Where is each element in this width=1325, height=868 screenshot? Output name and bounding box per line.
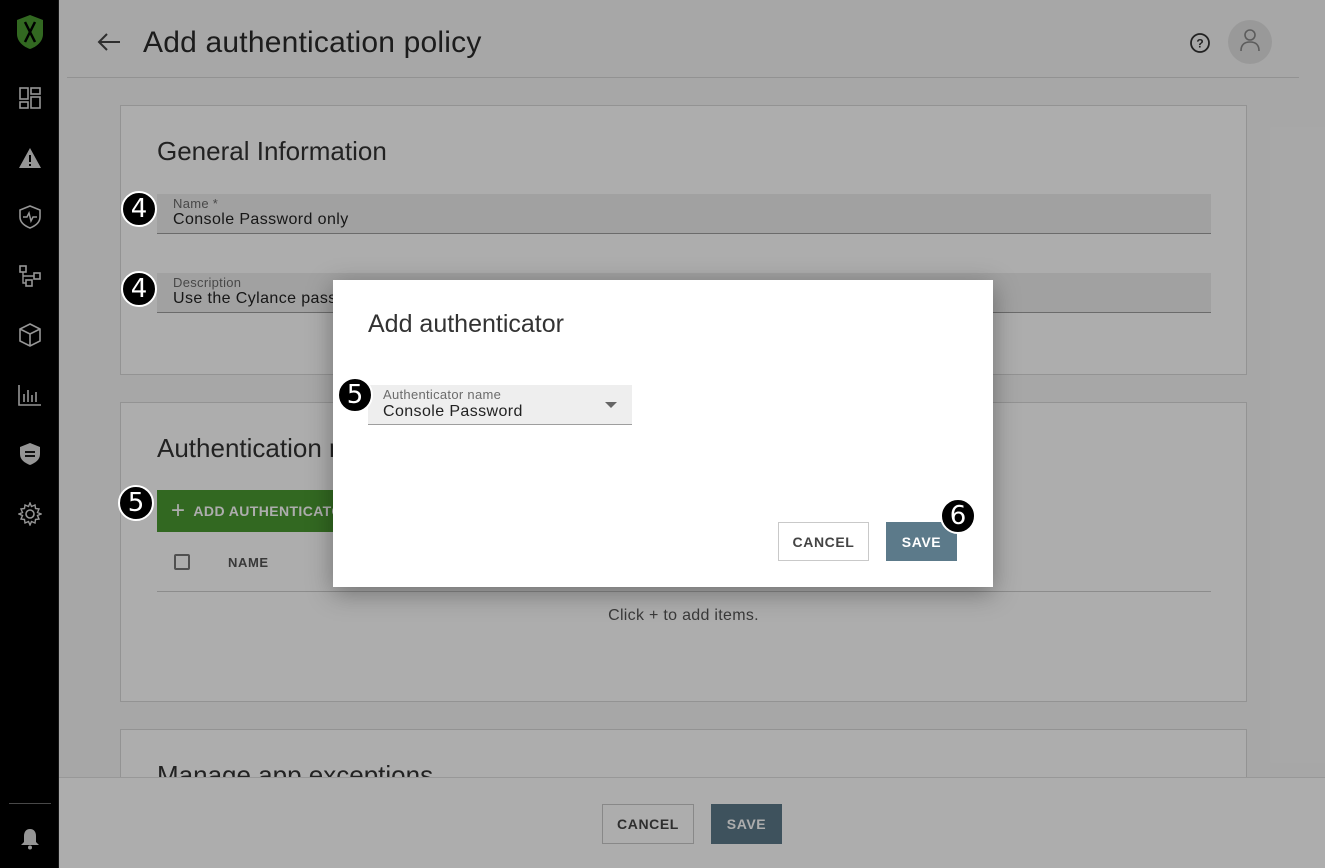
dialog-title: Add authenticator: [368, 310, 564, 338]
dialog-cancel-button[interactable]: CANCEL: [778, 522, 869, 561]
step-badge-6-save: 6: [940, 498, 976, 534]
step-badge-5-authenticator: 5: [337, 377, 373, 413]
step-badge-4-description: 4: [121, 271, 157, 307]
step-badge-4-name: 4: [121, 191, 157, 227]
step-badge-5-add: 5: [118, 485, 154, 521]
add-authenticator-dialog: Add authenticator Authenticator name Con…: [333, 280, 993, 587]
authenticator-name-select[interactable]: Authenticator name Console Password: [368, 385, 632, 425]
authenticator-name-value: Console Password: [383, 403, 523, 420]
authenticator-name-label: Authenticator name: [383, 387, 502, 402]
chevron-down-icon[interactable]: [605, 402, 617, 408]
